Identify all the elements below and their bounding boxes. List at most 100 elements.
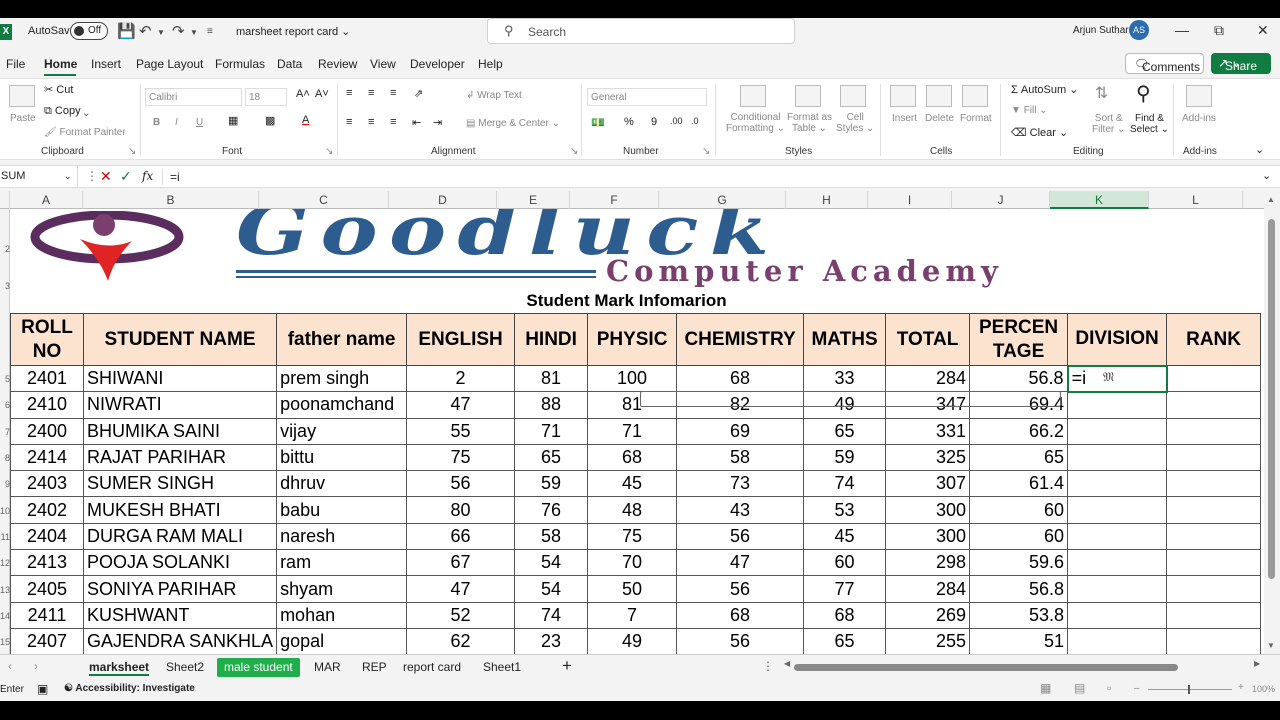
cell-hindi[interactable]: 65 bbox=[514, 443, 589, 472]
cell-rank[interactable] bbox=[1166, 575, 1262, 603]
undo-dropdown-icon[interactable]: ▼ bbox=[157, 28, 165, 37]
cell-father-name[interactable]: prem singh bbox=[276, 364, 408, 393]
cell-english[interactable]: 52 bbox=[406, 601, 516, 629]
cell-maths[interactable]: 33 bbox=[803, 364, 887, 393]
header-division[interactable]: DIVISION bbox=[1067, 313, 1168, 366]
column-header-j[interactable]: J bbox=[952, 191, 1050, 209]
cell-english[interactable]: 56 bbox=[406, 470, 516, 498]
conditional-formatting-icon[interactable] bbox=[740, 85, 766, 107]
macro-record-icon[interactable]: ▣ bbox=[37, 682, 48, 696]
scroll-down-icon[interactable]: ▼ bbox=[1267, 641, 1275, 650]
column-header-k[interactable]: K bbox=[1050, 191, 1149, 209]
minimize-icon[interactable]: — bbox=[1175, 22, 1189, 38]
insert-cells-icon[interactable] bbox=[890, 85, 916, 107]
redo-icon[interactable]: ↷ bbox=[172, 22, 185, 40]
cell-roll-no[interactable]: 2405 bbox=[10, 575, 84, 603]
cell-roll-no[interactable]: 2410 bbox=[10, 391, 84, 419]
format-cells-icon[interactable] bbox=[962, 85, 988, 107]
row-number[interactable]: 10 bbox=[0, 506, 10, 516]
cell-father-name[interactable]: naresh bbox=[276, 522, 408, 551]
next-sheet-icon[interactable]: › bbox=[34, 659, 38, 673]
delete-cells-icon[interactable] bbox=[926, 85, 952, 107]
cell-roll-no[interactable]: 2414 bbox=[10, 443, 84, 472]
add-sheet-icon[interactable]: + bbox=[562, 656, 572, 676]
cell-hindi[interactable]: 88 bbox=[514, 391, 589, 419]
cell-student-name[interactable]: DURGA RAM MALI bbox=[82, 522, 278, 551]
cell-rank[interactable] bbox=[1166, 443, 1262, 472]
comma-icon[interactable]: 9 bbox=[651, 116, 657, 128]
number-launcher-icon[interactable]: ↘ bbox=[702, 146, 710, 157]
page-layout-view-icon[interactable]: ▤ bbox=[1074, 681, 1085, 695]
cell-chemistry[interactable]: 56 bbox=[676, 627, 805, 654]
sheet-tab-report-card[interactable]: report card bbox=[396, 658, 468, 677]
cell-father-name[interactable]: poonamchand bbox=[276, 391, 408, 419]
align-right-icon[interactable]: ≡ bbox=[390, 116, 396, 128]
cell-styles-icon[interactable] bbox=[840, 85, 866, 107]
format-cells-button[interactable]: Format bbox=[960, 113, 992, 124]
cell-hindi[interactable]: 71 bbox=[514, 417, 589, 445]
cell-rank[interactable] bbox=[1166, 364, 1262, 393]
cut-button[interactable]: ✂ Cut bbox=[44, 83, 73, 96]
cell-division[interactable] bbox=[1067, 601, 1168, 629]
page-break-view-icon[interactable]: ▫ bbox=[1107, 681, 1111, 695]
cell-percentage[interactable]: 51 bbox=[969, 627, 1069, 654]
cell-physic[interactable]: 7 bbox=[587, 601, 678, 629]
sort-filter-icon[interactable]: ⇅ bbox=[1095, 83, 1108, 103]
cell-chemistry[interactable]: 68 bbox=[676, 364, 805, 393]
cell-rank[interactable] bbox=[1166, 601, 1262, 629]
cell-student-name[interactable]: KUSHWANT bbox=[82, 601, 278, 629]
decrease-decimal-icon[interactable]: .0 bbox=[691, 116, 699, 126]
cell-total[interactable]: 284 bbox=[885, 364, 971, 393]
column-header-b[interactable]: B bbox=[83, 191, 259, 209]
cell-rank[interactable] bbox=[1166, 417, 1262, 445]
cell-physic[interactable]: 100 bbox=[587, 364, 678, 393]
row-number[interactable]: 12 bbox=[0, 558, 10, 568]
cell-rank[interactable] bbox=[1166, 496, 1262, 524]
underline-icon[interactable]: U bbox=[196, 117, 203, 128]
cell-percentage[interactable]: 60 bbox=[969, 496, 1069, 524]
cell-english[interactable]: 80 bbox=[406, 496, 516, 524]
cell-maths[interactable]: 65 bbox=[803, 627, 887, 654]
insert-function-icon[interactable]: fx bbox=[142, 169, 153, 183]
autosave-toggle[interactable]: Off bbox=[70, 22, 108, 40]
avatar[interactable]: AS bbox=[1129, 20, 1149, 40]
align-bottom-icon[interactable]: ≡ bbox=[390, 87, 396, 99]
cell-student-name[interactable]: BHUMIKA SAINI bbox=[82, 417, 278, 445]
cell-maths[interactable]: 59 bbox=[803, 443, 887, 472]
cell-division[interactable] bbox=[1067, 470, 1168, 498]
column-header-a[interactable]: A bbox=[10, 191, 83, 209]
horizontal-scrollbar[interactable]: ◀ ▶ bbox=[784, 659, 1264, 672]
row-number[interactable]: 5 bbox=[0, 374, 10, 384]
cell-percentage[interactable]: 65 bbox=[969, 443, 1069, 472]
tab-home[interactable]: Home bbox=[44, 57, 77, 71]
redo-dropdown-icon[interactable]: ▼ bbox=[190, 28, 198, 37]
alignment-launcher-icon[interactable]: ↘ bbox=[570, 146, 578, 157]
column-header-d[interactable]: D bbox=[389, 191, 497, 209]
cell-chemistry[interactable]: 43 bbox=[676, 496, 805, 524]
cell-chemistry[interactable]: 68 bbox=[676, 601, 805, 629]
cell-hindi[interactable]: 59 bbox=[514, 470, 589, 498]
find-select-icon[interactable]: ⚲ bbox=[1136, 81, 1151, 106]
row-number[interactable]: 7 bbox=[0, 427, 10, 437]
cell-rank[interactable] bbox=[1166, 470, 1262, 498]
horizontal-scroll-thumb[interactable] bbox=[794, 664, 1178, 671]
cell-maths[interactable]: 65 bbox=[803, 417, 887, 445]
orientation-icon[interactable]: ⇗ bbox=[414, 87, 423, 100]
row-number[interactable]: 9 bbox=[0, 479, 10, 489]
cell-student-name[interactable]: NIWRATI bbox=[82, 391, 278, 419]
zoom-level[interactable]: 100% bbox=[1252, 684, 1275, 694]
restore-icon[interactable]: ⧉ bbox=[1214, 22, 1224, 39]
fill-color-icon[interactable]: ▩ bbox=[265, 114, 275, 127]
cell-total[interactable]: 331 bbox=[885, 417, 971, 445]
row-number[interactable]: 3 bbox=[0, 281, 10, 291]
normal-view-icon[interactable]: ▦ bbox=[1040, 681, 1051, 695]
cell-chemistry[interactable]: 69 bbox=[676, 417, 805, 445]
cell-hindi[interactable]: 76 bbox=[514, 496, 589, 524]
cell-physic[interactable]: 50 bbox=[587, 575, 678, 603]
tab-developer[interactable]: Developer bbox=[410, 57, 465, 71]
accessibility-button[interactable]: ☯ Accessibility: Investigate bbox=[64, 683, 195, 694]
vertical-scrollbar[interactable]: ▲ ▼ bbox=[1264, 191, 1280, 654]
cell-english[interactable]: 67 bbox=[406, 549, 516, 577]
cell-division[interactable] bbox=[1067, 575, 1168, 603]
cell-division[interactable] bbox=[1067, 391, 1168, 419]
